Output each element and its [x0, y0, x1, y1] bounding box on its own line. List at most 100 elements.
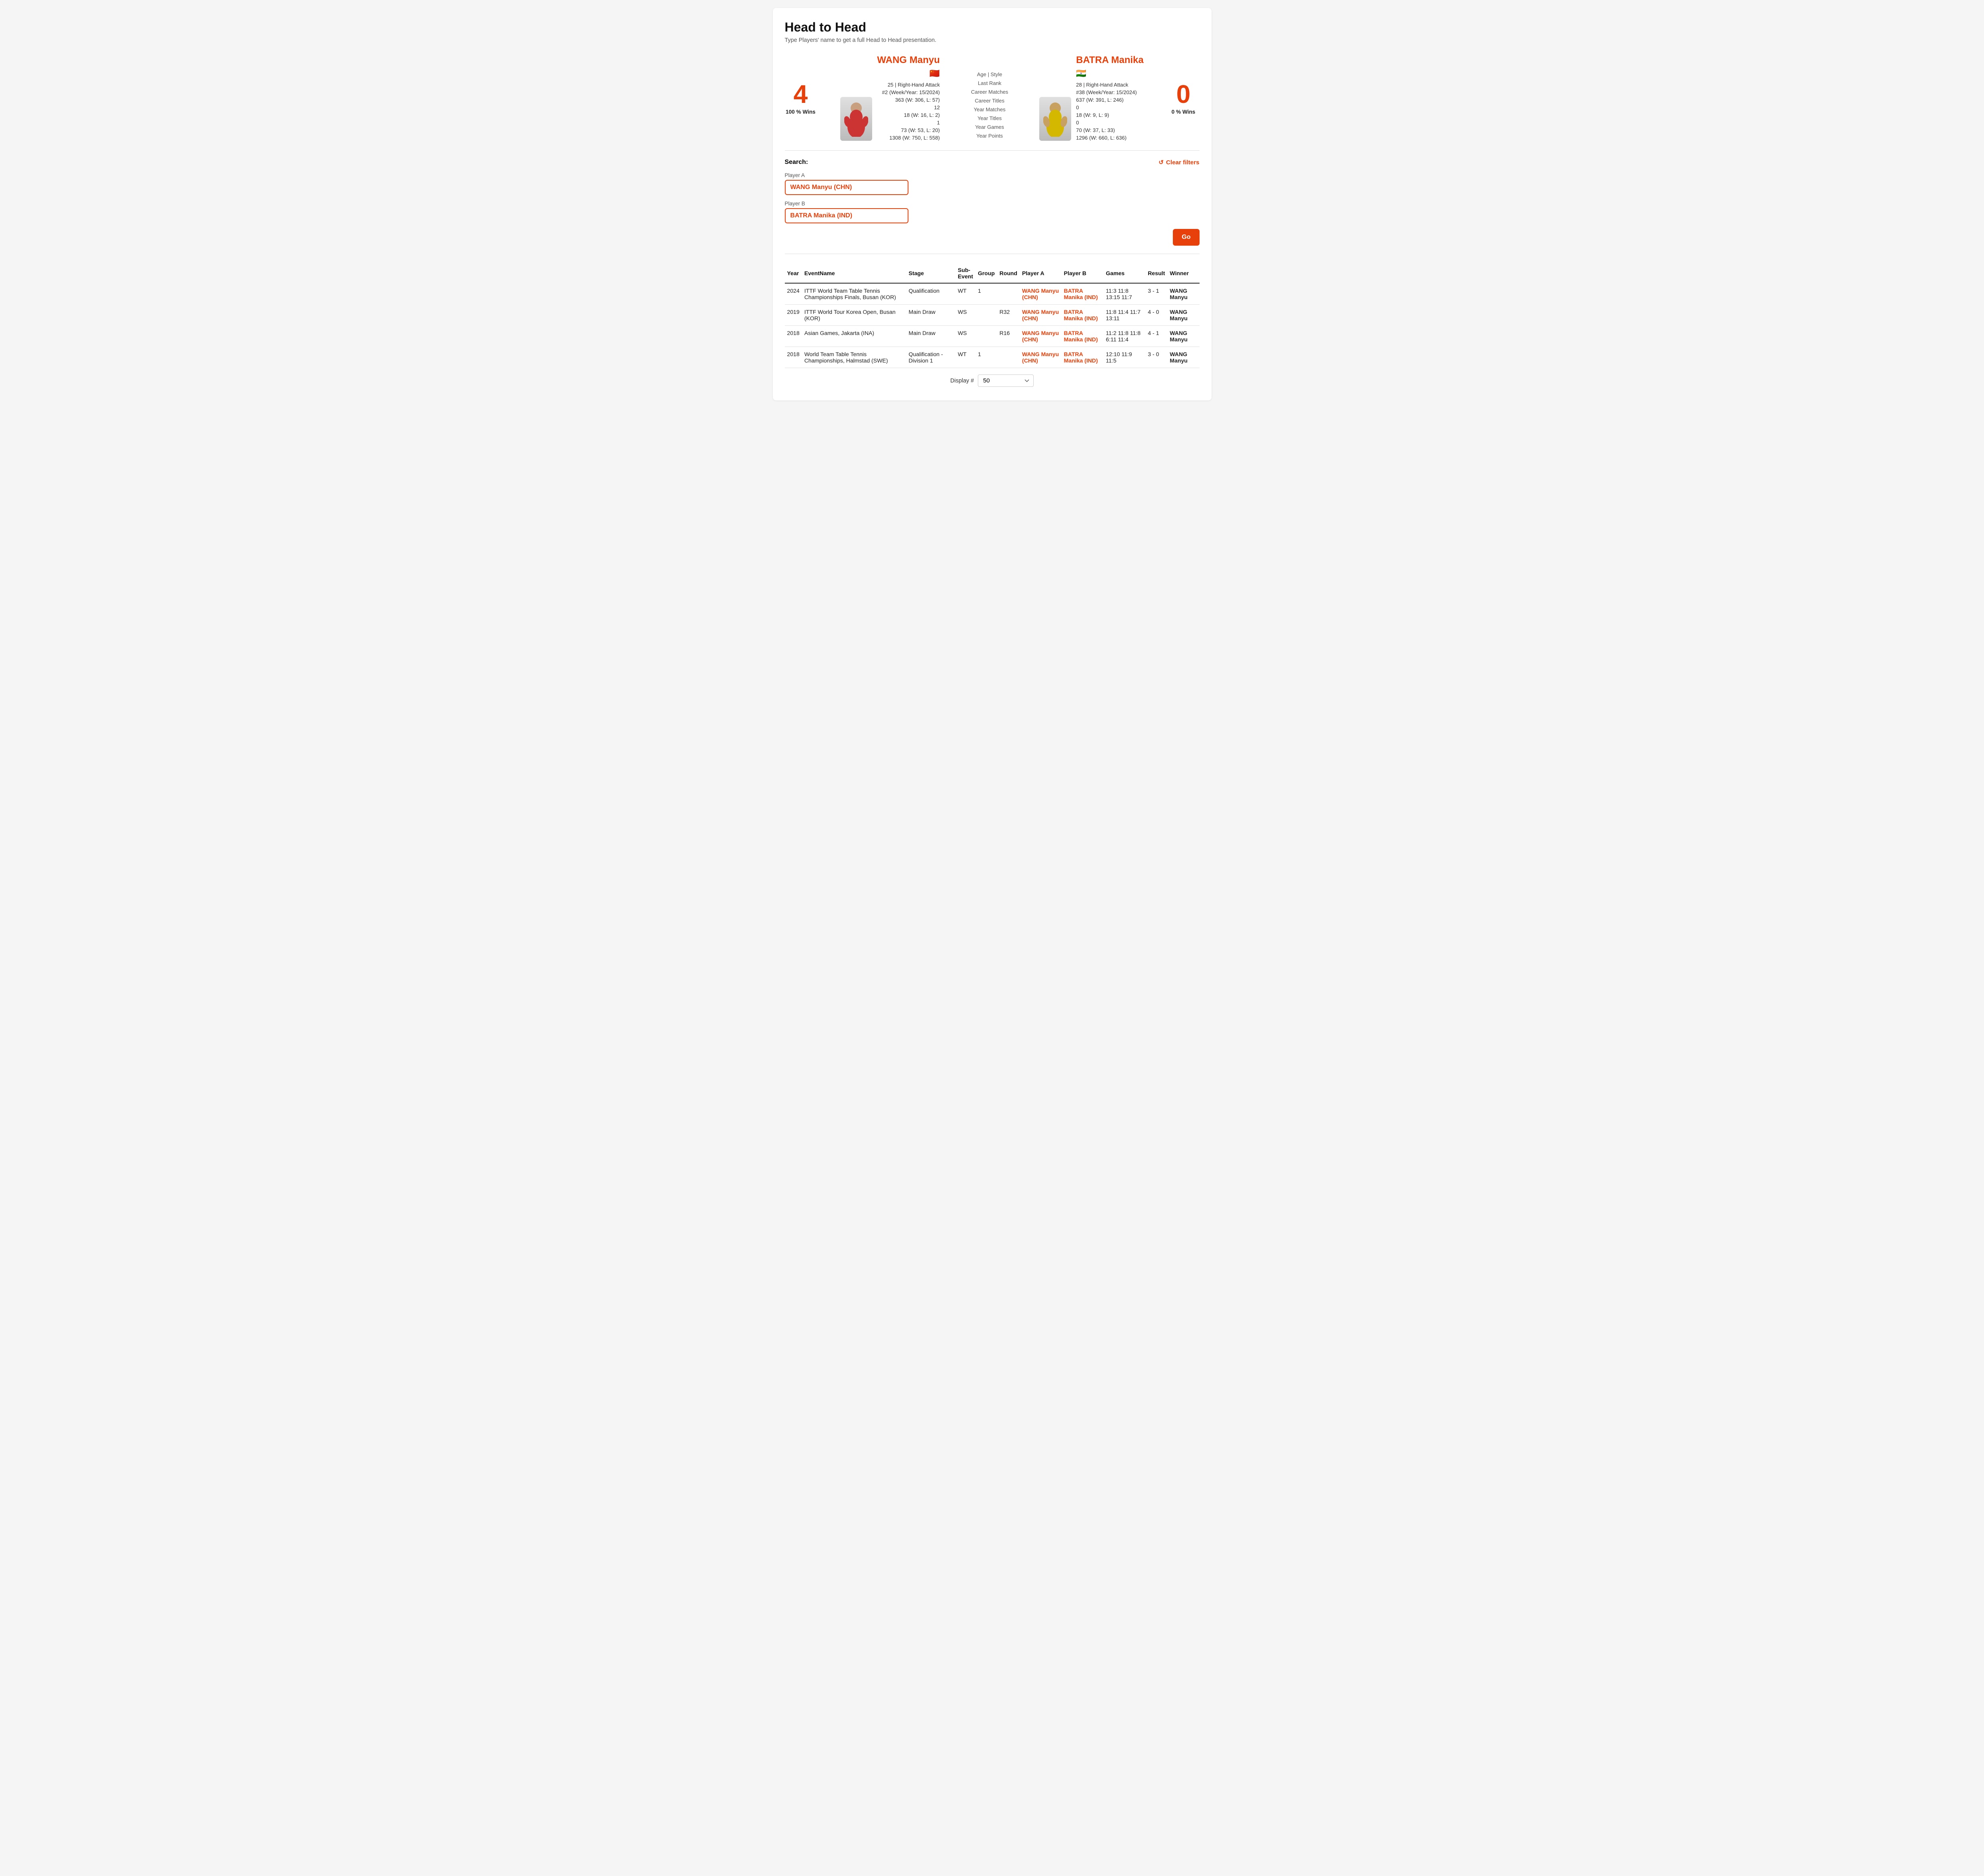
col-sub-event: Sub-Event — [956, 264, 975, 283]
cell-stage: Qualification — [906, 283, 955, 305]
cell-sub-event: WT — [956, 283, 975, 305]
cell-event: ITTF World Tour Korea Open, Busan (KOR) — [802, 305, 906, 326]
player-a-career-titles: 12 — [934, 104, 940, 110]
player-b-field-group: Player B — [785, 201, 1200, 223]
cell-year: 2018 — [785, 347, 802, 368]
display-select[interactable]: 102550100 — [978, 374, 1034, 387]
player-b-year-points: 1296 (W: 660, L: 636) — [1076, 135, 1127, 141]
center-label-year-matches: Year Matches — [974, 106, 1006, 113]
cell-stage: Main Draw — [906, 326, 955, 347]
cell-round: R32 — [997, 305, 1020, 326]
cell-player-a: WANG Manyu (CHN) — [1020, 283, 1062, 305]
clear-filters-button[interactable]: ↺ Clear filters — [1158, 159, 1199, 166]
player-a-age-style: 25 | Right-Hand Attack — [888, 82, 940, 88]
col-group: Group — [975, 264, 997, 283]
cell-winner: WANG Manyu — [1167, 347, 1199, 368]
cell-round — [997, 347, 1020, 368]
results-table: Year EventName Stage Sub-Event Group Rou… — [785, 264, 1200, 368]
cell-group — [975, 305, 997, 326]
player-a-field-group: Player A — [785, 172, 1200, 195]
cell-group — [975, 326, 997, 347]
cell-year: 2018 — [785, 326, 802, 347]
cell-sub-event: WS — [956, 326, 975, 347]
col-games: Games — [1103, 264, 1145, 283]
player-b-avatar — [1039, 97, 1071, 141]
cell-year: 2019 — [785, 305, 802, 326]
table-header-row: Year EventName Stage Sub-Event Group Rou… — [785, 264, 1200, 283]
col-event: EventName — [802, 264, 906, 283]
cell-round: R16 — [997, 326, 1020, 347]
player-b-input[interactable] — [785, 208, 908, 223]
search-section: Search: ↺ Clear filters Player A Player … — [785, 159, 1200, 246]
player-a-year-titles: 1 — [937, 120, 940, 126]
cell-stage: Main Draw — [906, 305, 955, 326]
display-label: Display # — [950, 378, 974, 384]
reset-icon: ↺ — [1158, 159, 1164, 166]
center-labels: Age | Style Last Rank Career Matches Car… — [963, 53, 1015, 141]
player-b-age-style: 28 | Right-Hand Attack — [1076, 82, 1128, 88]
cell-result: 4 - 1 — [1145, 326, 1167, 347]
player-b-wins-pct: 0 % Wins — [1172, 109, 1196, 115]
player-a-wins-pct: 100 % Wins — [786, 109, 816, 115]
page-subtitle: Type Players' name to get a full Head to… — [785, 37, 1200, 43]
col-winner: Winner — [1167, 264, 1199, 283]
center-label-year-titles: Year Titles — [977, 114, 1002, 122]
player-a-input[interactable] — [785, 180, 908, 195]
player-b-career-matches: 637 (W: 391, L: 246) — [1076, 97, 1123, 103]
player-a-card: WANG Manyu 🇨🇳 25 | Right-Hand Attack #2 … — [877, 55, 940, 141]
player-a-avatar — [840, 97, 872, 141]
search-label: Search: — [785, 159, 808, 166]
cell-result: 4 - 0 — [1145, 305, 1167, 326]
cell-winner: WANG Manyu — [1167, 326, 1199, 347]
clear-filters-label: Clear filters — [1166, 159, 1200, 166]
cell-event: ITTF World Team Table Tennis Championshi… — [802, 283, 906, 305]
player-a-year-matches: 18 (W: 16, L: 2) — [904, 112, 940, 118]
table-row: 2019 ITTF World Tour Korea Open, Busan (… — [785, 305, 1200, 326]
table-row: 2018 Asian Games, Jakarta (INA) Main Dra… — [785, 326, 1200, 347]
player-b-name: BATRA Manika — [1076, 55, 1143, 66]
col-player-b: Player B — [1062, 264, 1103, 283]
divider-1 — [785, 150, 1200, 151]
player-a-career-matches: 363 (W: 306, L: 57) — [895, 97, 940, 103]
col-year: Year — [785, 264, 802, 283]
player-a-score: 4 — [794, 79, 808, 109]
cell-player-a: WANG Manyu (CHN) — [1020, 347, 1062, 368]
player-a-group: WANG Manyu 🇨🇳 25 | Right-Hand Attack #2 … — [840, 53, 940, 141]
cell-games: 11:8 11:4 11:7 13:11 — [1103, 305, 1145, 326]
player-a-field-label: Player A — [785, 172, 1200, 178]
center-label-career-matches: Career Matches — [971, 88, 1008, 95]
cell-winner: WANG Manyu — [1167, 305, 1199, 326]
player-a-score-section: 4 100 % Wins — [785, 53, 817, 141]
center-label-age: Age | Style — [977, 71, 1002, 78]
player-a-flag: 🇨🇳 — [930, 69, 940, 79]
player-b-year-matches: 18 (W: 9, L: 9) — [1076, 112, 1109, 118]
player-b-score: 0 — [1176, 79, 1191, 109]
player-b-field-label: Player B — [785, 201, 1200, 207]
cell-winner: WANG Manyu — [1167, 283, 1199, 305]
cell-player-b: BATRA Manika (IND) — [1062, 347, 1103, 368]
player-b-career-titles: 0 — [1076, 104, 1079, 110]
player-b-flag: 🇮🇳 — [1076, 69, 1086, 79]
player-a-last-rank: #2 (Week/Year: 15/2024) — [882, 89, 940, 95]
player-a-year-points: 1308 (W: 750, L: 558) — [889, 135, 940, 141]
cell-year: 2024 — [785, 283, 802, 305]
cell-sub-event: WT — [956, 347, 975, 368]
main-container: Head to Head Type Players' name to get a… — [773, 8, 1212, 400]
cell-games: 12:10 11:9 11:5 — [1103, 347, 1145, 368]
page-title: Head to Head — [785, 20, 1200, 35]
cell-event: World Team Table Tennis Championships, H… — [802, 347, 906, 368]
player-b-year-titles: 0 — [1076, 120, 1079, 126]
cell-player-a: WANG Manyu (CHN) — [1020, 305, 1062, 326]
h2h-section: 4 100 % Wins WANG Manyu 🇨🇳 25 | Right-Ha — [785, 53, 1200, 141]
go-button[interactable]: Go — [1173, 229, 1199, 246]
center-label-career-titles: Career Titles — [975, 97, 1004, 104]
cell-round — [997, 283, 1020, 305]
player-b-card: BATRA Manika 🇮🇳 28 | Right-Hand Attack #… — [1076, 55, 1143, 141]
cell-player-a: WANG Manyu (CHN) — [1020, 326, 1062, 347]
display-row: Display # 102550100 — [785, 368, 1200, 388]
cell-group: 1 — [975, 347, 997, 368]
cell-player-b: BATRA Manika (IND) — [1062, 305, 1103, 326]
player-b-last-rank: #38 (Week/Year: 15/2024) — [1076, 89, 1137, 95]
col-player-a: Player A — [1020, 264, 1062, 283]
col-stage: Stage — [906, 264, 955, 283]
